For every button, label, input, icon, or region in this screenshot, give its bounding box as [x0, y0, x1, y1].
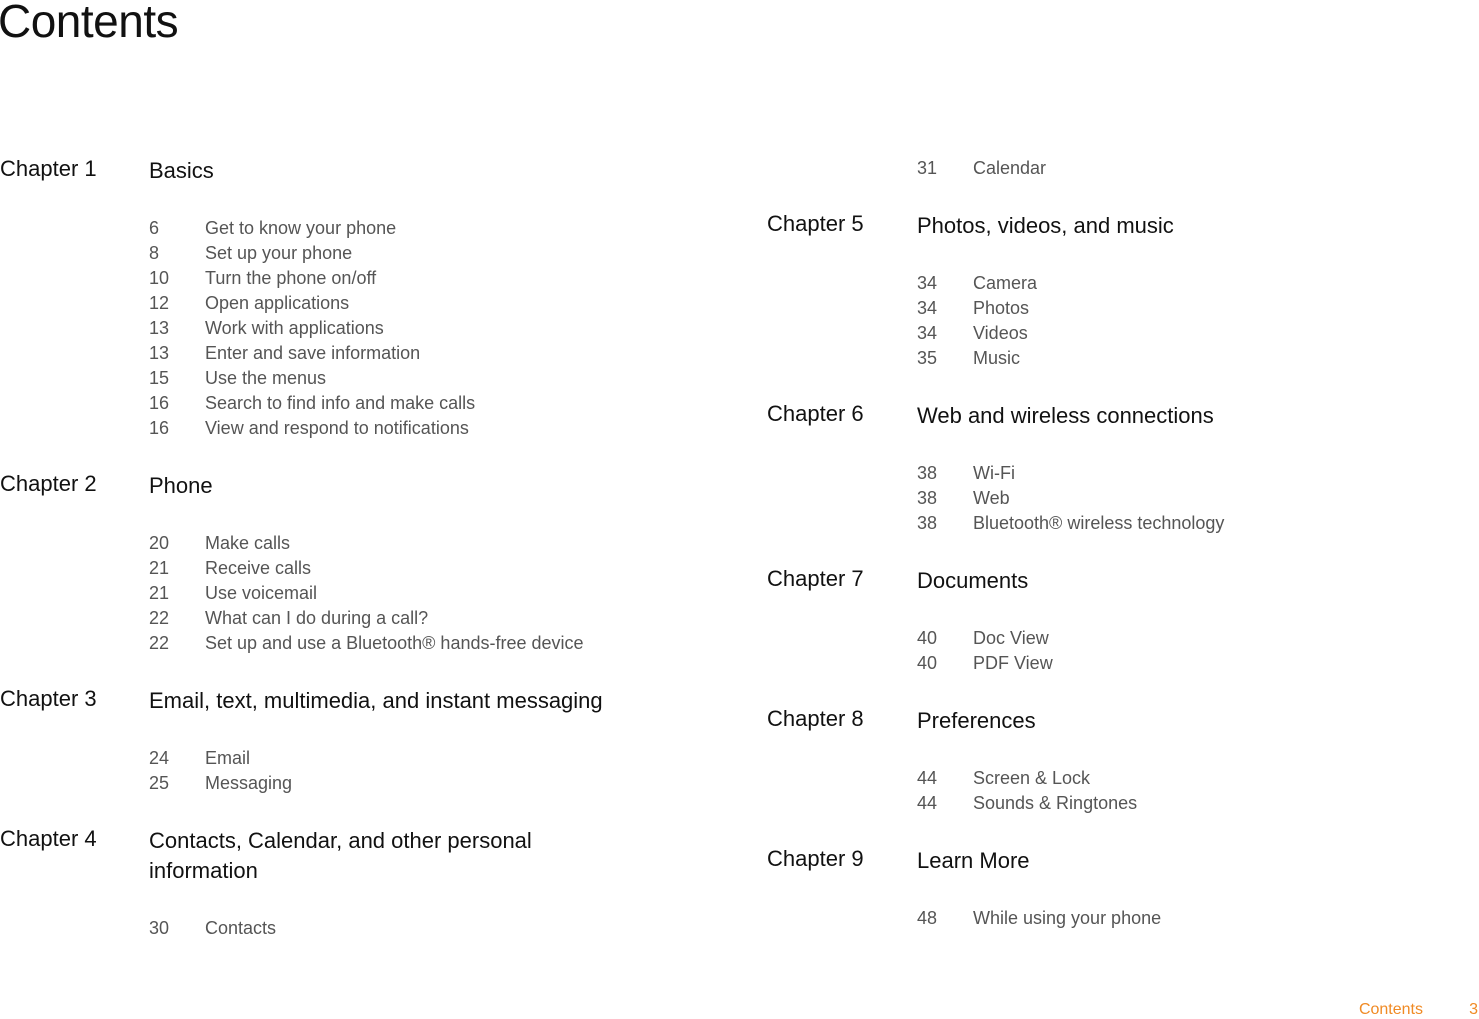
entry-page: 38 [917, 463, 938, 483]
entry-page: 25 [149, 773, 170, 793]
entry-text: Screen & Lock [973, 768, 1091, 788]
entry-text: Use voicemail [205, 583, 318, 603]
chapter-2: Chapter 2 Phone 20 Make calls 21 Receive c… [0, 471, 700, 653]
chapter-label[interactable]: Chapter 4 [0, 826, 97, 852]
chapter-title[interactable]: Email, text, multimedia, and instant mes… [149, 686, 669, 716]
entry-text: Bluetooth® wireless technology [973, 513, 1225, 533]
entry-page: 38 [917, 513, 938, 533]
chapter-title[interactable]: Learn More [917, 846, 1437, 876]
entry-page: 16 [149, 418, 170, 438]
chapter-9: Chapter 9 Learn More 48 While using your … [767, 846, 1467, 928]
entry-text: Receive calls [205, 558, 312, 578]
chapter-title[interactable]: Basics [149, 156, 669, 186]
entry-text: Email [205, 748, 251, 768]
entry-text: View and respond to notifications [205, 418, 469, 438]
entry-text: Open applications [205, 293, 350, 313]
entry-text: Web [973, 488, 1010, 508]
chapter-6: Chapter 6 Web and wireless connections 3… [767, 401, 1467, 533]
chapter-8: Chapter 8 Preferences 44 Screen & Lock 44… [767, 706, 1467, 813]
entry-page: 20 [149, 533, 170, 553]
entry-page: 22 [149, 608, 170, 628]
chapter-label[interactable]: Chapter 1 [0, 156, 97, 182]
chapter-label[interactable]: Chapter 7 [767, 566, 864, 592]
entry-page: 21 [149, 558, 170, 578]
entry-text: Enter and save information [205, 343, 421, 363]
entry-page: 22 [149, 633, 170, 653]
entry-text: Set up your phone [205, 243, 353, 263]
entry-text: Music [973, 348, 1021, 368]
footer-page-number: 3 [1469, 1001, 1478, 1018]
chapter-title[interactable]: Phone [149, 471, 669, 501]
chapter-label[interactable]: Chapter 6 [767, 401, 864, 427]
entry-text: What can I do during a call? [205, 608, 429, 628]
chapter-label[interactable]: Chapter 9 [767, 846, 864, 872]
entry-page: 44 [917, 768, 938, 788]
chapter-title[interactable]: Photos, videos, and music [917, 211, 1437, 241]
entry-page: 40 [917, 628, 938, 648]
chapter-title[interactable]: Preferences [917, 706, 1437, 736]
footer-section-label: Contents [1358, 1001, 1423, 1018]
entry-text: Contacts [205, 918, 277, 938]
entry-page: 8 [149, 243, 160, 263]
entry-text: Search to find info and make calls [205, 393, 476, 413]
entry-text: Sounds & Ringtones [973, 793, 1138, 813]
entry-page: 10 [149, 268, 170, 288]
entry-text: Videos [973, 323, 1028, 343]
entry-text: Calendar [973, 158, 1047, 178]
entry-text: While using your phone [973, 908, 1162, 928]
entry-page: 13 [149, 318, 170, 338]
entry-text: Camera [973, 273, 1038, 293]
chapter-title[interactable]: Contacts, Calendar, and other personal i… [149, 826, 589, 886]
entry-text: PDF View [973, 653, 1053, 673]
page-title: Contents [0, 0, 179, 47]
entry-page: 34 [917, 273, 938, 293]
chapter-label[interactable]: Chapter 8 [767, 706, 864, 732]
entry-text: Set up and use a Bluetooth® hands-free d… [205, 633, 584, 653]
chapter-3: Chapter 3 Email, text, multimedia, and i… [0, 686, 700, 793]
chapter-5: Chapter 5 Photos, videos, and music 34 Ca… [767, 211, 1467, 368]
entry-text: Photos [973, 298, 1030, 318]
entry-text: Wi-Fi [973, 463, 1015, 483]
entry-text: Doc View [973, 628, 1049, 648]
entry-page: 30 [149, 918, 170, 938]
entry-page: 40 [917, 653, 938, 673]
entry-page: 34 [917, 298, 938, 318]
chapter-4: Chapter 4 Contacts, Calendar, and other … [0, 826, 700, 938]
entry-page: 21 [149, 583, 170, 603]
entry-page: 48 [917, 908, 938, 928]
chapter-label[interactable]: Chapter 3 [0, 686, 97, 712]
entry-page: 44 [917, 793, 938, 813]
entry-page: 35 [917, 348, 938, 368]
entry-text: Messaging [205, 773, 293, 793]
entry-page: 6 [149, 218, 160, 238]
entry-text: Work with applications [205, 318, 384, 338]
entry-page: 15 [149, 368, 170, 388]
chapter-title[interactable]: Documents [917, 566, 1437, 596]
chapter-title[interactable]: Web and wireless connections [917, 401, 1437, 431]
entry-text: Make calls [205, 533, 291, 553]
chapter-label[interactable]: Chapter 2 [0, 471, 97, 497]
chapter-1: Chapter 1 Basics 6 Get to know your phone… [0, 156, 700, 438]
entry-text: Turn the phone on/off [205, 268, 377, 288]
entry-page: 13 [149, 343, 170, 363]
entry-text: Get to know your phone [205, 218, 397, 238]
entry-text: Use the menus [205, 368, 327, 388]
entry-page: 24 [149, 748, 170, 768]
entry-page: 31 [917, 158, 938, 178]
chapter-label[interactable]: Chapter 5 [767, 211, 864, 237]
entry-page: 34 [917, 323, 938, 343]
entry-page: 38 [917, 488, 938, 508]
entry-page: 16 [149, 393, 170, 413]
chapter-7: Chapter 7 Documents 40 Doc View 40 PDF Vie… [767, 566, 1467, 673]
entry-page: 12 [149, 293, 170, 313]
